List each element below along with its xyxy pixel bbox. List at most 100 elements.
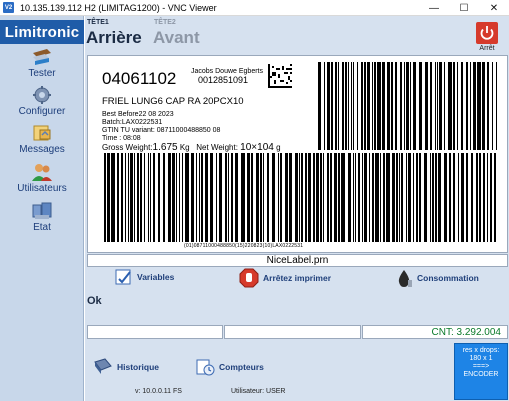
barcode-bar bbox=[470, 62, 471, 150]
barcode-bar bbox=[125, 153, 126, 242]
net-weight-prefix: Net Weight: bbox=[196, 143, 238, 152]
history-icon bbox=[94, 358, 112, 374]
user-text: Utilisateur: USER bbox=[231, 388, 286, 395]
sidebar-item-etat[interactable]: Etat bbox=[0, 201, 84, 233]
barcode-bar bbox=[430, 62, 432, 150]
window-title: 10.135.139.112 H2 (LIMITAG1200) - VNC Vi… bbox=[20, 2, 217, 13]
sidebar-item-configurer[interactable]: Configurer bbox=[0, 85, 84, 117]
barcode-bar bbox=[225, 153, 227, 242]
barcode-bar bbox=[144, 153, 145, 242]
barcode-bar bbox=[342, 62, 344, 150]
logo-text: Limitronic bbox=[4, 23, 80, 41]
encoder-button[interactable]: res x drops: 180 x 1 ===> ENCODER bbox=[454, 343, 508, 400]
tester-icon bbox=[33, 49, 51, 65]
barcode-bar bbox=[453, 62, 455, 150]
barcode-bar bbox=[158, 153, 160, 242]
barcode-bar bbox=[299, 153, 300, 242]
label-batch: Batch:LAX0222531 bbox=[102, 119, 163, 126]
barcode-bar bbox=[104, 153, 106, 242]
label-code: 04061102 bbox=[102, 69, 177, 88]
barcode-bar bbox=[432, 153, 434, 242]
sidebar-item-messages[interactable]: Messages bbox=[0, 123, 84, 155]
barcode-bar bbox=[494, 153, 496, 242]
sidebar-item-label: Etat bbox=[33, 222, 51, 233]
head-selector: TÊTE1 TÊTE2 Arrière Avant Arrêt bbox=[85, 16, 509, 52]
barcode-bar bbox=[383, 153, 385, 242]
barcode-bar bbox=[438, 153, 441, 242]
stop-label: Arrêt bbox=[479, 45, 495, 52]
variables-icon bbox=[115, 269, 131, 285]
maximize-button[interactable]: ☐ bbox=[449, 0, 479, 16]
barcode-bar bbox=[482, 62, 485, 150]
barcode-bar bbox=[471, 153, 473, 242]
label-best-before: Best Before22 08 2023 bbox=[102, 111, 174, 118]
barcode-bar bbox=[401, 153, 403, 242]
barcode-top bbox=[318, 62, 497, 150]
minimize-button[interactable]: — bbox=[419, 0, 449, 16]
barcode-bar bbox=[399, 153, 400, 242]
sidebar-item-utilisateurs[interactable]: Utilisateurs bbox=[0, 162, 84, 194]
barcode-bar bbox=[295, 153, 298, 242]
barcode-bar bbox=[256, 153, 259, 242]
tab-avant[interactable]: Avant bbox=[153, 28, 200, 48]
barcode-bar bbox=[107, 153, 110, 242]
vnc-app-icon: V2 bbox=[3, 2, 14, 13]
barcode-bar bbox=[372, 153, 374, 242]
barcode-bar bbox=[338, 62, 339, 150]
tab-tete2-caption[interactable]: TÊTE2 bbox=[154, 19, 176, 26]
encoder-line-1: res x drops: bbox=[462, 347, 500, 354]
window-titlebar: V2 10.135.139.112 H2 (LIMITAG1200) - VNC… bbox=[0, 0, 509, 16]
counters-icon bbox=[196, 359, 215, 376]
barcode-bar bbox=[477, 62, 481, 150]
datamatrix-code bbox=[268, 64, 292, 88]
label-product: FRIEL LUNG6 CAP RA 20PCX10 bbox=[102, 96, 244, 107]
barcode-bar bbox=[228, 153, 229, 242]
counters-button[interactable]: Compteurs bbox=[195, 358, 264, 376]
consumption-button[interactable]: Consommation bbox=[395, 268, 479, 288]
history-button[interactable]: Historique bbox=[93, 358, 159, 376]
barcode-bar bbox=[341, 153, 345, 242]
barcode-bar bbox=[395, 62, 397, 150]
barcode-bar bbox=[419, 153, 421, 242]
barcode-bar bbox=[334, 153, 337, 242]
stop-power-icon[interactable] bbox=[476, 22, 498, 44]
close-button[interactable]: ✕ bbox=[479, 0, 509, 16]
barcode-bar bbox=[216, 153, 217, 242]
barcode-bar bbox=[324, 62, 325, 150]
barcode-bar bbox=[479, 153, 481, 242]
barcode-bar bbox=[435, 153, 437, 242]
barcode-bar bbox=[128, 153, 129, 242]
sidebar-item-label: Utilisateurs bbox=[17, 183, 67, 194]
barcode-bar bbox=[449, 153, 451, 242]
sidebar-item-label: Tester bbox=[28, 68, 56, 79]
barcode-bar bbox=[357, 62, 358, 150]
barcode-bottom bbox=[104, 153, 496, 242]
barcode-bar bbox=[444, 153, 447, 242]
sidebar-item-tester[interactable]: Tester bbox=[0, 47, 84, 79]
variables-button[interactable]: Variables bbox=[115, 268, 174, 286]
barcode-caption: (01)08711000488850(15)220823(10)LAX02225… bbox=[184, 243, 304, 249]
barcode-bar bbox=[153, 153, 155, 242]
barcode-bar bbox=[461, 62, 463, 150]
label-weights: Gross Weight:1.675 Kg Net Weight: 10×104… bbox=[102, 142, 281, 153]
ink-drop-icon bbox=[398, 270, 412, 287]
barcode-bar bbox=[182, 153, 183, 242]
tab-tete1-caption[interactable]: TÊTE1 bbox=[87, 19, 109, 26]
barcode-bar bbox=[396, 153, 398, 242]
history-label: Historique bbox=[117, 362, 160, 372]
version-text: v: 10.0.0.11 FS bbox=[135, 388, 182, 395]
barcode-bar bbox=[364, 62, 366, 150]
tab-arriere[interactable]: Arrière bbox=[86, 28, 142, 48]
barcode-bar bbox=[437, 62, 438, 150]
stop-print-button[interactable]: Arrêtez imprimer bbox=[239, 268, 331, 288]
barcode-bar bbox=[247, 153, 250, 242]
label-gtin: GTIN TU variant: 08711000488850 08 bbox=[102, 127, 221, 134]
barcode-bar bbox=[168, 153, 171, 242]
barcode-bar bbox=[448, 62, 452, 150]
barcode-bar bbox=[487, 62, 489, 150]
barcode-bar bbox=[176, 153, 177, 242]
barcode-bar bbox=[172, 153, 175, 242]
barcode-bar bbox=[364, 153, 367, 242]
sidebar: Limitronic Tester Configurer Messages Ut… bbox=[0, 16, 84, 401]
barcode-bar bbox=[327, 153, 329, 242]
